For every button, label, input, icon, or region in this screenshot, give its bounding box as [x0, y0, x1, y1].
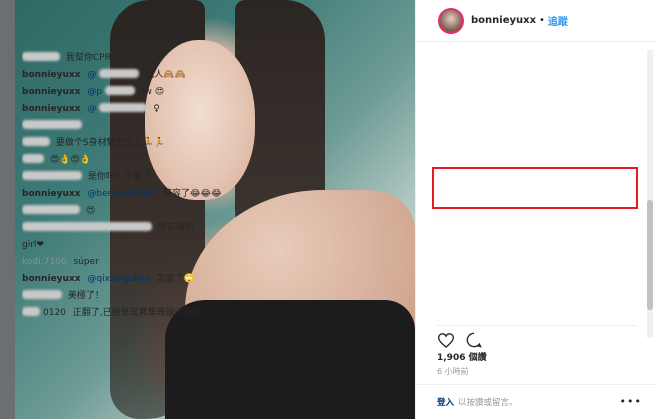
- blurred-username: [22, 307, 40, 316]
- avatar[interactable]: [438, 7, 464, 34]
- comment-text: 美極了！: [67, 291, 104, 301]
- comment-text: 是你吗？不像了: [87, 172, 151, 182]
- comment-mention[interactable]: @: [87, 104, 96, 114]
- comment-username[interactable]: bonnieyuxx: [22, 87, 81, 97]
- comment-username[interactable]: bonnieyuxx: [22, 70, 81, 80]
- comment-row: 我幫你CPR😍🙀: [22, 50, 227, 67]
- blurred-username: [22, 205, 80, 214]
- comment-row: bonnieyuxx @bensonli9999 整容了😂😂😂: [22, 186, 227, 203]
- scrollbar-thumb[interactable]: [647, 200, 653, 310]
- login-link[interactable]: 登入: [437, 396, 454, 408]
- comment-row: 很实诚的: [22, 220, 227, 237]
- like-count[interactable]: 1,906 個讚: [437, 350, 487, 363]
- blurred-username: [22, 222, 152, 231]
- comment-text: tw 😍: [140, 87, 165, 97]
- comment-text: 要做个S身材魅力女主🏃🏃: [55, 138, 166, 148]
- comment-mention[interactable]: @p: [87, 87, 102, 97]
- action-bar: [437, 325, 637, 349]
- comment-text: 正翻了,已經是寫真集等級的美照!: [72, 308, 206, 318]
- comment-row: bonnieyuxx @ 威人🙈🙈: [22, 67, 227, 84]
- comment-row: [22, 118, 227, 135]
- comment-username[interactable]: kodi:7100: [22, 257, 67, 267]
- login-footer: 登入 以按讚或留言。 •••: [415, 384, 656, 419]
- comment-row: 是你吗？不像了: [22, 169, 227, 186]
- blurred-mention: [99, 103, 148, 112]
- post-time: 6 小時前: [437, 367, 469, 376]
- comment-row: bonnieyuxx @ ♀: [22, 101, 227, 118]
- header-username[interactable]: bonnieyuxx: [471, 15, 536, 26]
- comment-list[interactable]: 我幫你CPR😍🙀 bonnieyuxx @ 威人🙈🙈 bonnieyuxx @p…: [22, 50, 227, 338]
- blurred-mention: [105, 86, 136, 95]
- comment-row: bonnieyuxx @qixiangzhao 怎麼了🙄: [22, 271, 227, 288]
- comment-text: ♀: [153, 104, 160, 114]
- comment-text: 整容了😂😂😂: [163, 189, 222, 199]
- login-prompt-text: 以按讚或留言。: [458, 398, 518, 408]
- highlight-box: [432, 167, 638, 209]
- follow-button[interactable]: 追蹤: [548, 13, 568, 28]
- blurred-username: [22, 290, 62, 299]
- comment-row: kodi:7100 súper: [22, 254, 227, 271]
- comment-text: 威人🙈🙈: [145, 70, 186, 80]
- comment-username[interactable]: 0120: [43, 308, 66, 318]
- comment-row: girl❤: [22, 237, 227, 254]
- heart-icon[interactable]: [437, 331, 455, 349]
- comment-mention[interactable]: @: [87, 70, 96, 80]
- blurred-username: [22, 171, 82, 180]
- comment-row: 美極了！: [22, 288, 227, 305]
- blurred-username: [22, 52, 60, 61]
- left-strip: [0, 0, 15, 419]
- post-header: bonnieyuxx • 追蹤: [416, 0, 656, 42]
- comment-text: 很实诚的: [157, 223, 194, 233]
- comment-row: 要做个S身材魅力女主🏃🏃: [22, 135, 227, 152]
- comment-text: súper: [73, 257, 99, 267]
- comment-icon[interactable]: [465, 331, 483, 349]
- blurred-mention: [99, 69, 140, 78]
- comment-scrollbar[interactable]: [647, 50, 653, 338]
- comment-row: 😍👌😍👌: [22, 152, 227, 169]
- blurred-username: [22, 154, 44, 163]
- comment-row: bonnieyuxx @p tw 😍: [22, 84, 227, 101]
- comment-text: 怎麼了🙄: [156, 274, 195, 284]
- comment-text: girl❤: [22, 240, 44, 250]
- comment-mention[interactable]: @bensonli9999: [87, 189, 157, 199]
- comment-text: 我幫你CPR😍🙀: [65, 53, 130, 63]
- comment-username[interactable]: bonnieyuxx: [22, 104, 81, 114]
- blurred-username: [22, 120, 82, 129]
- more-options-icon[interactable]: •••: [620, 395, 642, 408]
- comment-row: 0120 正翻了,已經是寫真集等級的美照!: [22, 305, 227, 322]
- blurred-username: [22, 137, 50, 146]
- comment-text: 😍👌😍👌: [49, 155, 92, 165]
- comment-text: 😍: [85, 206, 96, 216]
- comment-username[interactable]: bonnieyuxx: [22, 189, 81, 199]
- comment-mention[interactable]: @qixiangzhao: [87, 274, 150, 284]
- comment-row: 😍: [22, 203, 227, 220]
- comment-username[interactable]: bonnieyuxx: [22, 274, 81, 284]
- header-separator: •: [539, 15, 545, 26]
